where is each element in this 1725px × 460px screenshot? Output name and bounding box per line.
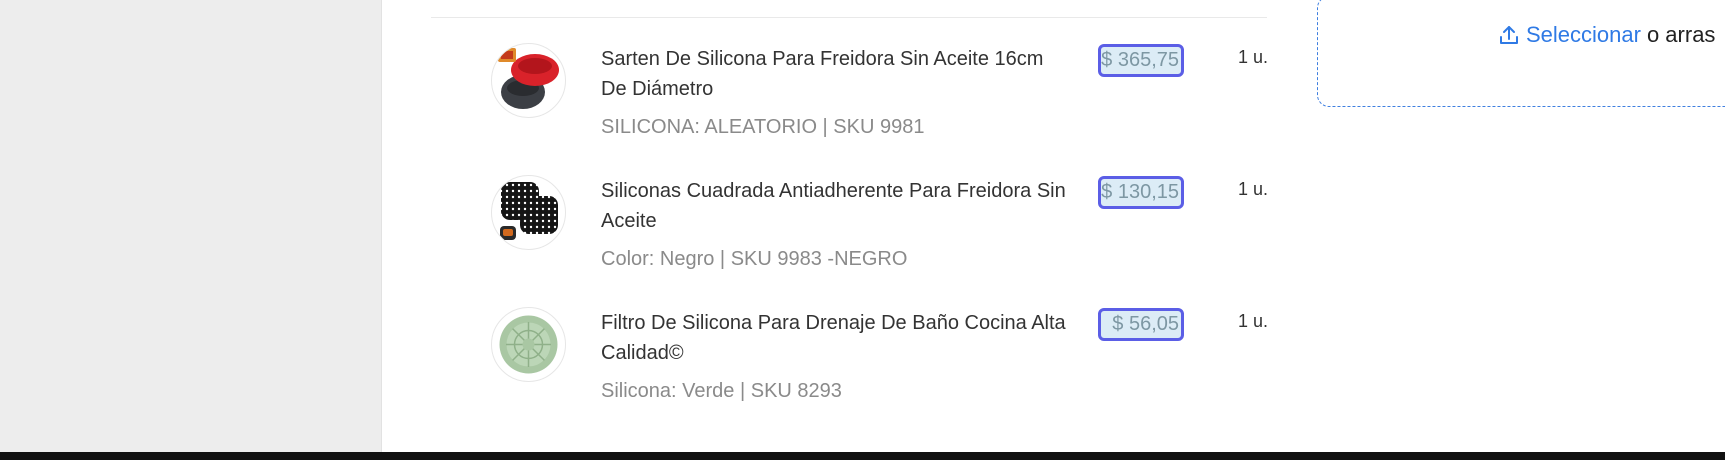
drag-hint-text: o arras bbox=[1646, 22, 1716, 47]
file-dropzone[interactable] bbox=[1317, 0, 1725, 107]
price-field[interactable]: $ 365,75 bbox=[1098, 44, 1184, 77]
price-field[interactable]: $ 130,15 bbox=[1098, 176, 1184, 209]
product-thumbnail bbox=[491, 175, 566, 250]
product-variant: SILICONA: ALEATORIO | SKU 9981 bbox=[601, 116, 925, 138]
product-thumbnail bbox=[491, 307, 566, 382]
product-thumbnail bbox=[491, 43, 566, 118]
upload-icon[interactable] bbox=[1498, 24, 1520, 46]
cart-item: Siliconas Cuadrada Antiadherente Para Fr… bbox=[490, 175, 1270, 306]
product-variant: Color: Negro | SKU 9983 -NEGRO bbox=[601, 248, 908, 270]
left-panel bbox=[0, 0, 382, 452]
cart-item: Sarten De Silicona Para Freidora Sin Ace… bbox=[490, 43, 1270, 174]
quantity: 1 u. bbox=[1238, 179, 1269, 199]
product-variant: Silicona: Verde | SKU 8293 bbox=[601, 380, 842, 402]
bottom-bar bbox=[0, 452, 1725, 460]
product-title[interactable]: Filtro De Silicona Para Drenaje De Baño … bbox=[601, 308, 1071, 368]
cart-item: Filtro De Silicona Para Drenaje De Baño … bbox=[490, 307, 1270, 438]
quantity: 1 u. bbox=[1238, 311, 1269, 331]
upload-prompt: Seleccionar o arras bbox=[1498, 20, 1715, 50]
select-file-link[interactable]: Seleccionar bbox=[1526, 22, 1641, 48]
product-title[interactable]: Siliconas Cuadrada Antiadherente Para Fr… bbox=[601, 176, 1071, 236]
quantity: 1 u. bbox=[1238, 47, 1269, 67]
product-title[interactable]: Sarten De Silicona Para Freidora Sin Ace… bbox=[601, 44, 1071, 104]
divider bbox=[431, 17, 1267, 18]
price-field[interactable]: $ 56,05 bbox=[1098, 308, 1184, 341]
